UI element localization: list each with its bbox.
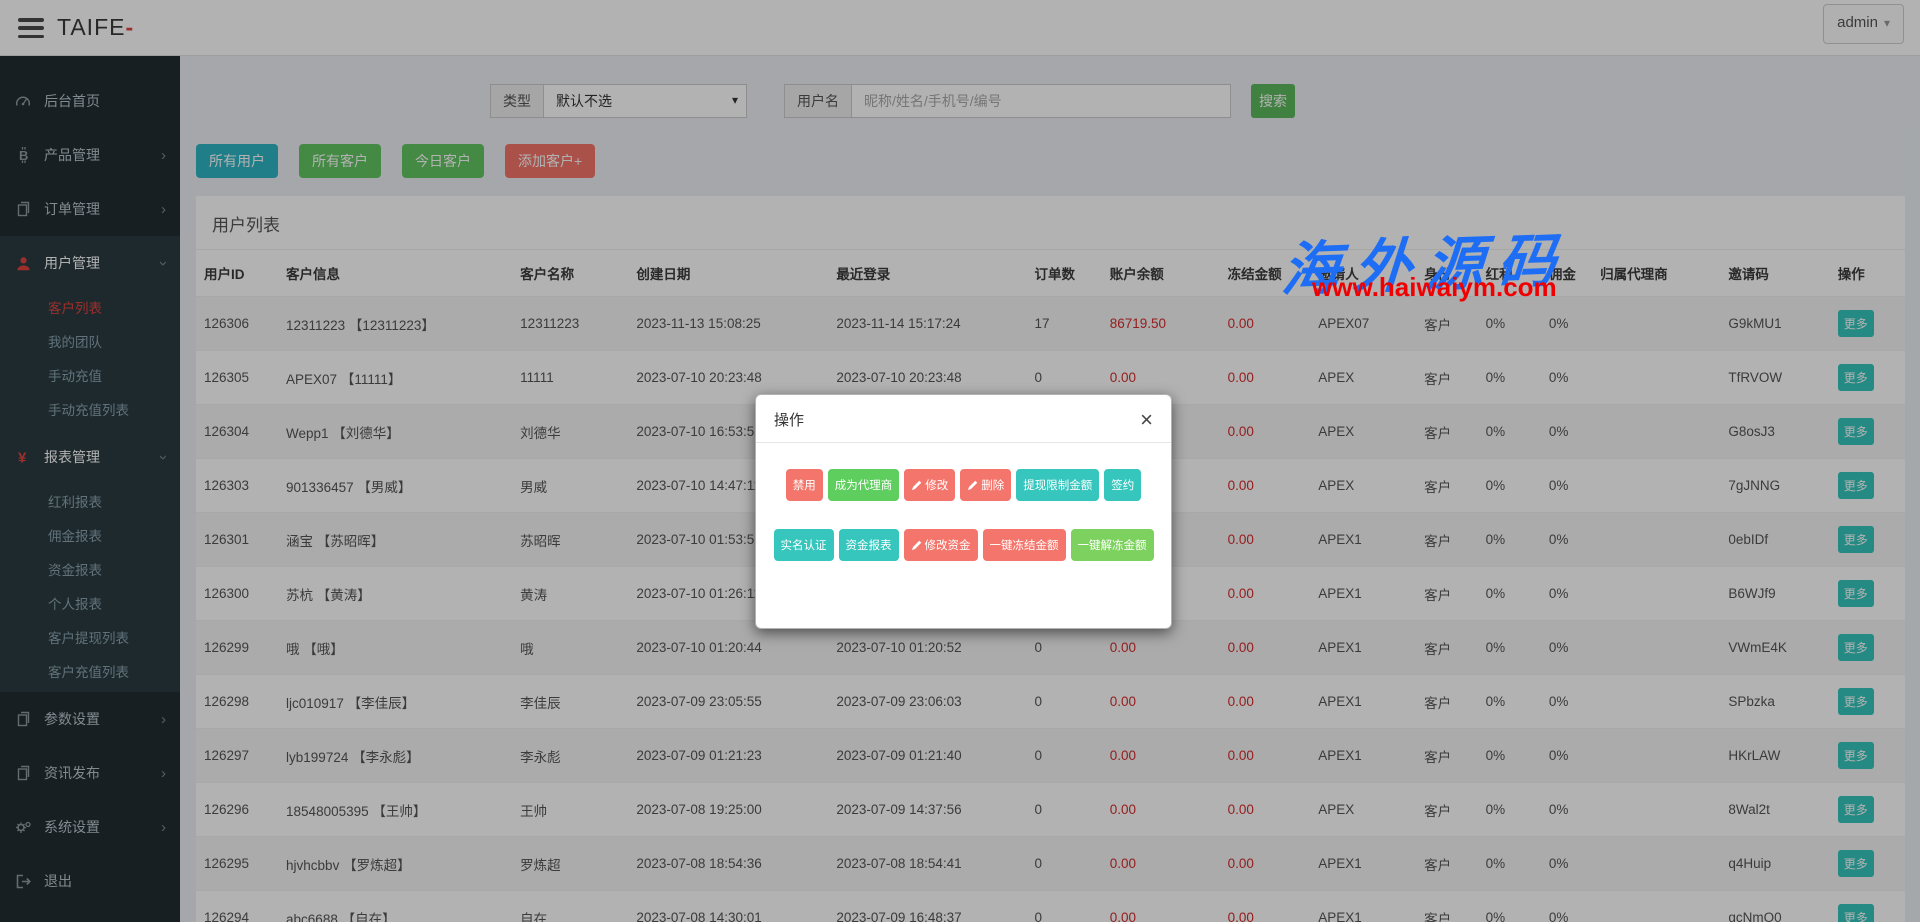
operations-modal: 操作 × 禁用 成为代理商 修改 删除 提现限制金额 签约 实名认证 资金报表 修改资金 一键冻…	[755, 394, 1172, 629]
modal-action-修改资金[interactable]: 修改资金	[903, 529, 978, 561]
modal-action-一键解冻金额[interactable]: 一键解冻金额	[1070, 529, 1154, 561]
modal-action-label: 修改	[925, 480, 949, 492]
modal-header: 操作 ×	[756, 395, 1171, 443]
modal-action-成为代理商[interactable]: 成为代理商	[827, 469, 900, 501]
modal-action-label: 一键冻结金额	[989, 540, 1059, 552]
pencil-icon	[911, 540, 922, 551]
modal-action-label: 禁用	[792, 480, 816, 492]
modal-action-label: 提现限制金额	[1023, 480, 1093, 492]
modal-action-label: 修改资金	[924, 540, 971, 552]
modal-action-label: 一键解冻金额	[1077, 540, 1147, 552]
modal-action-资金报表[interactable]: 资金报表	[838, 529, 899, 561]
modal-action-修改[interactable]: 修改	[904, 469, 956, 501]
modal-body: 禁用 成为代理商 修改 删除 提现限制金额 签约 实名认证 资金报表 修改资金 一键冻结金额 一键…	[756, 443, 1171, 561]
modal-action-一键冻结金额[interactable]: 一键冻结金额	[982, 529, 1066, 561]
modal-action-label: 成为代理商	[834, 480, 893, 492]
pencil-icon	[967, 480, 978, 491]
modal-action-label: 实名认证	[780, 540, 827, 552]
modal-action-提现限制金额[interactable]: 提现限制金额	[1016, 469, 1100, 501]
modal-action-label: 签约	[1111, 480, 1135, 492]
modal-action-签约[interactable]: 签约	[1104, 469, 1142, 501]
close-icon[interactable]: ×	[1140, 408, 1153, 430]
modal-action-禁用[interactable]: 禁用	[785, 469, 823, 501]
modal-action-删除[interactable]: 删除	[960, 469, 1012, 501]
modal-action-label: 删除	[981, 480, 1005, 492]
modal-title: 操作	[774, 412, 805, 429]
modal-actions-row-1: 禁用 成为代理商 修改 删除 提现限制金额 签约	[774, 469, 1153, 501]
modal-actions-row-2: 实名认证 资金报表 修改资金 一键冻结金额 一键解冻金额	[773, 529, 1154, 561]
modal-action-实名认证[interactable]: 实名认证	[773, 529, 834, 561]
modal-action-label: 资金报表	[845, 540, 892, 552]
pencil-icon	[911, 480, 922, 491]
